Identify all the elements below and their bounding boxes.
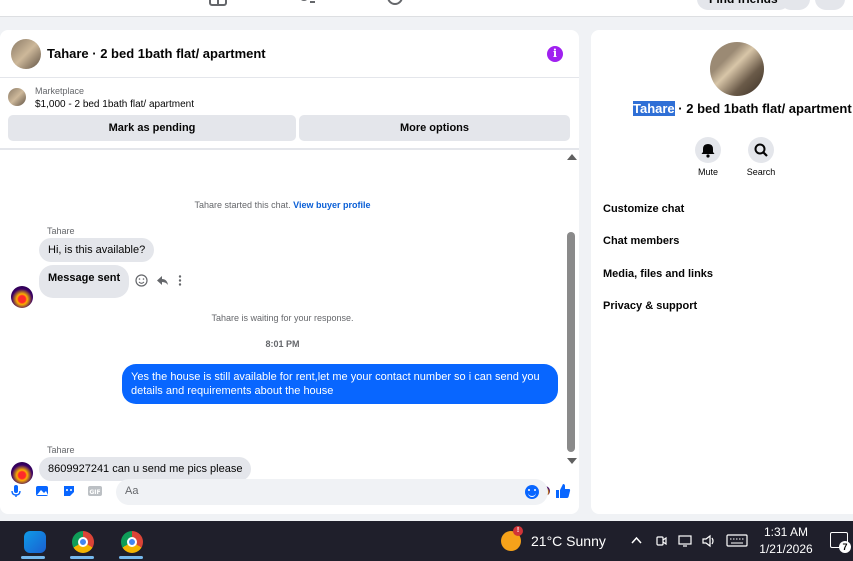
view-buyer-profile-link[interactable]: View buyer profile — [293, 200, 370, 210]
notification-count-badge: 7 — [839, 541, 851, 553]
weather-text[interactable]: 21°C Sunny — [531, 533, 606, 549]
details-title[interactable]: Tahare · 2 bed 1bath flat/ apartment — [633, 101, 852, 116]
menu-grid-button[interactable] — [780, 0, 810, 10]
microphone-icon[interactable] — [9, 484, 23, 498]
search-icon — [748, 137, 774, 163]
message-composer: GIF Aa — [0, 477, 579, 507]
windows-taskbar: ! 21°C Sunny 1:31 AM 1/21/2026 7 — [0, 521, 853, 561]
listing-photo[interactable] — [710, 42, 764, 96]
photo-icon[interactable] — [35, 484, 49, 498]
sender-avatar[interactable] — [11, 286, 33, 308]
listing-thumbnail[interactable] — [11, 39, 41, 69]
thumbs-up-icon[interactable] — [555, 483, 571, 499]
notifications-button[interactable] — [815, 0, 845, 10]
scroll-up-arrow[interactable] — [567, 154, 577, 160]
scroll-thumb[interactable] — [567, 232, 575, 452]
chat-started-text: Tahare started this chat. — [194, 200, 291, 210]
chrome-icon — [121, 531, 143, 553]
message-scrollbar[interactable] — [565, 150, 577, 470]
meet-now-icon[interactable] — [655, 534, 668, 548]
incoming-message[interactable]: Message sent — [39, 265, 130, 298]
edge-taskbar-button[interactable] — [15, 525, 51, 559]
search-button[interactable]: Search — [736, 137, 786, 177]
clock-time: 1:31 AM — [763, 525, 809, 539]
emoji-icon[interactable] — [525, 485, 539, 499]
chrome-profile-2-taskbar-button[interactable] — [113, 525, 149, 559]
clock-date: 1/21/2026 — [759, 542, 813, 556]
network-icon[interactable] — [678, 534, 694, 548]
details-title-rest: · 2 bed 1bath flat/ apartment — [674, 101, 852, 116]
volume-icon[interactable] — [701, 534, 717, 548]
message-input[interactable]: Aa — [116, 479, 548, 505]
find-friends-button[interactable]: Find friends — [697, 0, 790, 10]
chevron-up-icon[interactable] — [630, 534, 643, 547]
react-emoji-icon[interactable] — [135, 274, 148, 287]
mute-button[interactable]: Mute — [683, 137, 733, 177]
sticker-icon[interactable] — [62, 484, 76, 498]
message-actions — [135, 274, 183, 287]
svg-text:GIF: GIF — [89, 489, 100, 496]
waiting-notice: Tahare is waiting for your response. — [211, 313, 354, 323]
conversation-details-panel: Tahare · 2 bed 1bath flat/ apartment Mut… — [591, 30, 853, 514]
sender-name: Tahare — [47, 226, 75, 236]
gif-icon[interactable]: GIF — [88, 484, 102, 498]
media-files-links-item[interactable]: Media, files and links — [603, 268, 713, 280]
outgoing-message[interactable]: Yes the house is still available for ren… — [122, 364, 558, 404]
keyboard-icon[interactable] — [726, 534, 748, 547]
incoming-message[interactable]: Hi, is this available? — [39, 238, 155, 262]
customize-chat-item[interactable]: Customize chat — [603, 203, 684, 215]
facebook-top-bar: Find friends — [0, 0, 853, 17]
marketplace-listing-bar: Marketplace $1,000 - 2 bed 1bath flat/ a… — [0, 78, 579, 150]
chat-header: Tahare · 2 bed 1bath flat/ apartment i — [0, 30, 579, 78]
listing-small-thumbnail[interactable] — [8, 88, 26, 106]
chrome-profile-1-taskbar-button[interactable] — [64, 525, 100, 559]
time-divider: 8:01 PM — [265, 339, 300, 349]
chat-members-item[interactable]: Chat members — [603, 235, 679, 247]
message-list: Tahare started this chat. View buyer pro… — [0, 150, 565, 496]
browser-icon — [24, 531, 46, 553]
chrome-icon — [72, 531, 94, 553]
bell-icon — [695, 137, 721, 163]
scroll-down-arrow[interactable] — [567, 458, 577, 464]
groups-nav-icon[interactable] — [298, 0, 316, 6]
reply-icon[interactable] — [156, 274, 169, 287]
more-options-button[interactable]: More options — [299, 115, 570, 141]
message-input-placeholder: Aa — [125, 485, 139, 497]
system-clock[interactable]: 1:31 AM 1/21/2026 — [756, 524, 816, 558]
mute-label: Mute — [697, 167, 718, 177]
marketplace-label: Marketplace — [35, 86, 85, 96]
search-label: Search — [746, 167, 776, 177]
sender-name: Tahare — [47, 445, 75, 455]
chat-title[interactable]: Tahare · 2 bed 1bath flat/ apartment — [47, 46, 266, 61]
privacy-support-item[interactable]: Privacy & support — [603, 300, 697, 312]
chat-started-notice: Tahare started this chat. View buyer pro… — [0, 200, 565, 210]
gaming-nav-icon[interactable] — [386, 0, 404, 6]
listing-price-title[interactable]: $1,000 - 2 bed 1bath flat/ apartment — [35, 99, 194, 110]
chat-panel: Tahare · 2 bed 1bath flat/ apartment i M… — [0, 30, 579, 514]
details-title-highlight: Tahare — [633, 101, 675, 116]
marketplace-nav-icon[interactable] — [209, 0, 227, 6]
more-vertical-icon[interactable] — [177, 274, 183, 287]
weather-alert-badge: ! — [513, 526, 523, 536]
info-icon[interactable]: i — [547, 46, 563, 62]
mark-as-pending-button[interactable]: Mark as pending — [8, 115, 296, 141]
